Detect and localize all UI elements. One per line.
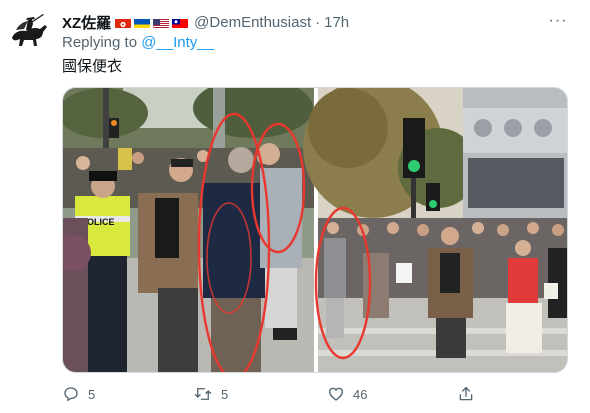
tweet-actions: 5 5 46	[62, 383, 542, 405]
flag-emojis	[115, 17, 189, 28]
share-button[interactable]	[457, 383, 475, 405]
zorro-horse-rider-avatar-icon	[6, 8, 50, 52]
taiwan-flag-icon	[172, 17, 189, 28]
reply-icon	[64, 387, 78, 402]
reply-count: 5	[88, 386, 96, 402]
like-icon	[328, 387, 344, 401]
avatar[interactable]	[6, 8, 50, 52]
right-photo[interactable]	[303, 88, 568, 373]
header-separator: ·	[315, 13, 321, 31]
tweet-header: XZ佐羅 @DemEnthusiast · 17h	[62, 12, 349, 32]
usa-flag-icon	[153, 17, 170, 28]
more-options-button[interactable]: ···	[544, 10, 572, 32]
retweet-count: 5	[221, 386, 229, 402]
reply-button[interactable]: 5	[62, 383, 95, 405]
ukraine-flag-icon	[134, 17, 151, 28]
share-icon	[459, 386, 473, 401]
retweet-icon	[194, 388, 212, 400]
retweet-button[interactable]: 5	[193, 383, 228, 405]
tweet: XZ佐羅 @DemEnthusiast · 17h ··· Replying t…	[0, 0, 590, 413]
timestamp[interactable]: 17h	[324, 14, 349, 31]
display-name[interactable]: XZ佐羅	[62, 12, 111, 33]
hong-kong-flag-icon	[115, 17, 132, 28]
more-icon: ···	[548, 12, 568, 29]
like-button[interactable]: 46	[327, 383, 367, 405]
user-handle[interactable]: @DemEnthusiast	[194, 14, 311, 31]
replying-to-handle-link[interactable]: @__Inty__	[141, 34, 214, 51]
tweet-text: 國保便衣	[62, 57, 123, 75]
media-images: POLICE	[63, 88, 568, 373]
like-count: 46	[353, 386, 368, 402]
replying-to-label: Replying to	[62, 34, 142, 51]
replying-to: Replying to @__Inty__	[62, 34, 214, 51]
tweet-media[interactable]: POLICE	[62, 87, 568, 373]
left-photo[interactable]: POLICE	[63, 88, 314, 373]
